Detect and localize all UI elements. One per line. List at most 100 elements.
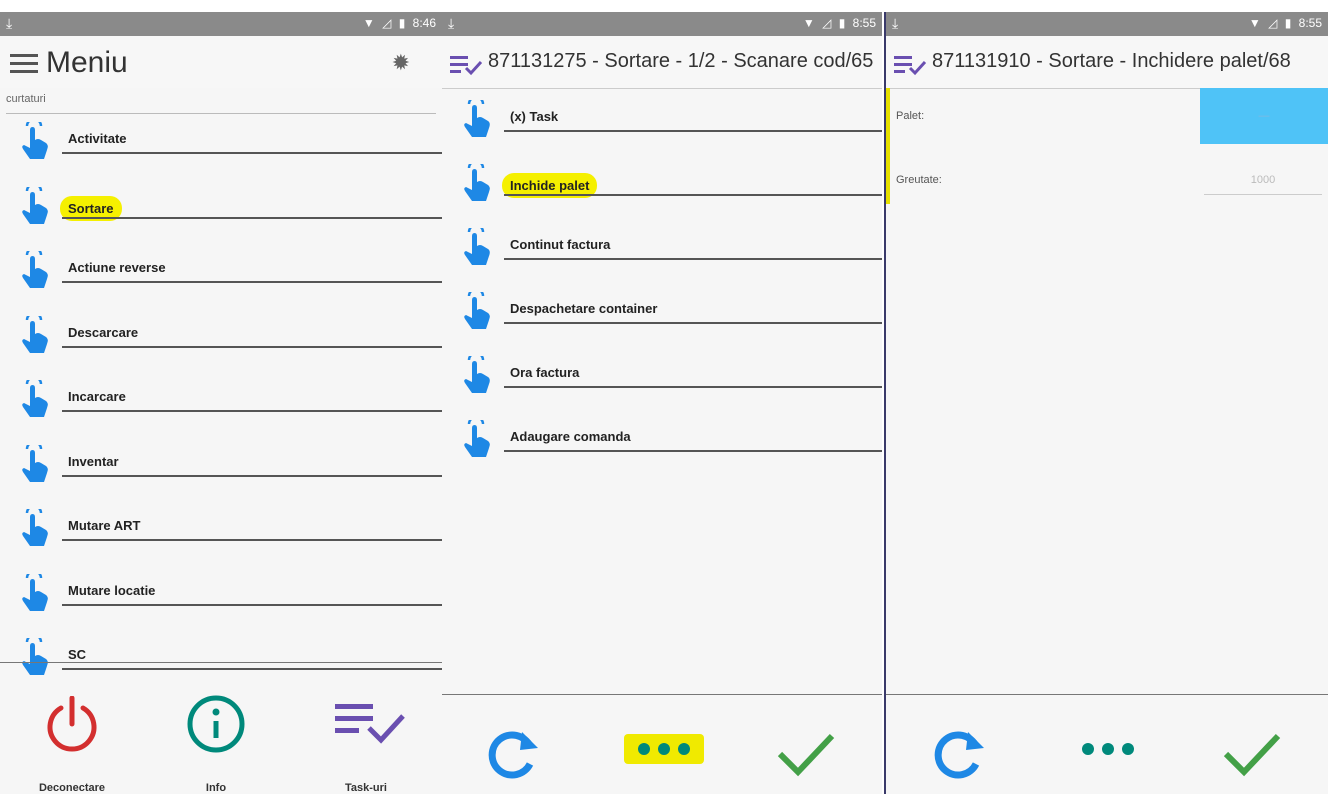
list-item[interactable]: Inchide palet bbox=[442, 154, 882, 218]
divider bbox=[442, 88, 882, 89]
more-dots-icon bbox=[1082, 743, 1134, 755]
item-underline bbox=[62, 668, 442, 670]
status-time: 8:55 bbox=[852, 16, 876, 30]
app-bar: 871131275 - Sortare - 1/2 - Scanare cod/… bbox=[442, 36, 882, 88]
refresh-icon bbox=[934, 731, 984, 779]
touch-hand-icon bbox=[464, 228, 490, 265]
divider bbox=[442, 694, 882, 695]
inchidere-palet-screen: ⤓ ▼ ◿ ▮ 8:55 871131910 - Sortare - Inchi… bbox=[884, 12, 1328, 794]
download-arrow-icon: ⤓ bbox=[6, 15, 13, 31]
signal-icon: ◿ bbox=[382, 16, 392, 30]
list-item[interactable]: Descarcare bbox=[0, 306, 442, 370]
list-item[interactable]: Mutare ART bbox=[0, 499, 442, 563]
list-item[interactable]: SC bbox=[0, 628, 442, 692]
list-item[interactable]: Mutare locatie bbox=[0, 564, 442, 628]
wifi-icon: ▼ bbox=[1248, 16, 1261, 30]
touch-hand-icon bbox=[464, 100, 490, 137]
list-item[interactable]: Ora factura bbox=[442, 346, 882, 410]
refresh-button[interactable] bbox=[928, 724, 988, 784]
list-item-label: (x) Task bbox=[510, 109, 559, 124]
list-item[interactable]: Activitate bbox=[0, 112, 442, 176]
touch-hand-icon bbox=[22, 444, 48, 482]
battery-icon: ▮ bbox=[838, 16, 846, 30]
task-list-icon[interactable] bbox=[450, 54, 482, 76]
item-underline bbox=[504, 450, 882, 452]
touch-hand-icon bbox=[464, 164, 490, 201]
item-underline bbox=[62, 216, 442, 219]
item-underline bbox=[62, 345, 442, 348]
item-underline bbox=[504, 130, 882, 132]
form-row-palet: Palet: — bbox=[886, 88, 1328, 148]
item-underline bbox=[504, 322, 882, 324]
list-item[interactable]: Despachetare container bbox=[442, 282, 882, 346]
list-item-label: Descarcare bbox=[68, 324, 139, 340]
info-label: Info bbox=[205, 782, 227, 794]
hamburger-menu-icon[interactable] bbox=[10, 54, 38, 74]
status-time: 8:55 bbox=[1298, 16, 1322, 30]
app-bar: 871131910 - Sortare - Inchidere palet/68 bbox=[886, 36, 1328, 88]
touch-hand-icon bbox=[22, 573, 48, 611]
confirm-button[interactable] bbox=[774, 724, 838, 784]
touch-hand-icon bbox=[22, 251, 48, 288]
greutate-input[interactable]: 1000 bbox=[1204, 166, 1322, 195]
status-bar: ⤓ ▼ ◿ ▮ 8:55 bbox=[886, 12, 1328, 36]
list-item-label: SC bbox=[68, 647, 87, 662]
status-bar: ⤓ ▼ ◿ ▮ 8:55 bbox=[442, 12, 882, 36]
gear-icon[interactable]: ✹ bbox=[392, 50, 410, 76]
task-list-icon bbox=[335, 704, 405, 744]
battery-icon: ▮ bbox=[398, 16, 406, 30]
item-underline bbox=[62, 474, 442, 477]
status-time: 8:46 bbox=[412, 16, 436, 30]
divider bbox=[0, 662, 442, 663]
palet-label: Palet: bbox=[896, 110, 925, 122]
palet-input[interactable]: — bbox=[1200, 88, 1328, 144]
list-item-label: Mutare ART bbox=[68, 518, 141, 533]
disconnect-button[interactable] bbox=[40, 692, 104, 756]
menu-screen: ⤓ ▼ ◿ ▮ 8:46 Meniu ✹ curtaturi Activitat… bbox=[0, 12, 442, 794]
form-row-greutate: Greutate: 1000 bbox=[886, 152, 1328, 212]
check-icon bbox=[777, 733, 835, 777]
item-underline bbox=[62, 539, 442, 541]
task-list-icon[interactable] bbox=[894, 54, 926, 76]
tasks-button[interactable] bbox=[330, 694, 410, 754]
touch-hand-icon bbox=[22, 509, 48, 546]
list-item[interactable]: Incarcare bbox=[0, 370, 442, 434]
page-title: 871131275 - Sortare - 1/2 - Scanare cod/… bbox=[488, 50, 874, 72]
more-button[interactable] bbox=[1068, 734, 1148, 764]
touch-hand-icon bbox=[22, 380, 48, 417]
info-button[interactable] bbox=[184, 692, 248, 756]
list-item-label: Despachetare container bbox=[510, 301, 658, 316]
search-input[interactable]: curtaturi bbox=[6, 90, 436, 114]
list-item-label: Incarcare bbox=[68, 389, 126, 404]
list-item[interactable]: Inventar bbox=[0, 435, 442, 499]
page-title: Meniu bbox=[46, 46, 128, 79]
list-item-label: Adaugare comanda bbox=[510, 429, 631, 444]
item-underline bbox=[504, 258, 882, 260]
refresh-button[interactable] bbox=[482, 724, 542, 784]
list-item-label: Actiune reverse bbox=[68, 260, 166, 275]
more-button[interactable] bbox=[624, 734, 704, 764]
list-item[interactable]: (x) Task bbox=[442, 90, 882, 154]
list-item[interactable]: Sortare bbox=[0, 177, 442, 241]
list-item[interactable]: Adaugare comanda bbox=[442, 410, 882, 474]
confirm-button[interactable] bbox=[1220, 724, 1284, 784]
signal-icon: ◿ bbox=[1268, 16, 1278, 30]
item-underline bbox=[62, 603, 442, 606]
item-underline bbox=[62, 152, 442, 154]
item-underline bbox=[504, 194, 882, 196]
divider bbox=[886, 694, 1328, 695]
list-item-label: Continut factura bbox=[510, 237, 611, 252]
list-item[interactable]: Actiune reverse bbox=[0, 241, 442, 305]
touch-hand-icon bbox=[464, 356, 490, 393]
touch-hand-icon bbox=[22, 186, 48, 224]
list-item-label: Mutare locatie bbox=[68, 582, 156, 598]
item-underline bbox=[504, 386, 882, 388]
download-arrow-icon: ⤓ bbox=[892, 15, 899, 31]
power-icon bbox=[47, 696, 97, 752]
status-bar: ⤓ ▼ ◿ ▮ 8:46 bbox=[0, 12, 442, 36]
greutate-label: Greutate: bbox=[896, 174, 942, 186]
page-title: 871131910 - Sortare - Inchidere palet/68 bbox=[932, 50, 1291, 72]
list-item[interactable]: Continut factura bbox=[442, 218, 882, 282]
app-bar: Meniu ✹ bbox=[0, 36, 442, 88]
tasks-label: Task-uri bbox=[345, 782, 387, 794]
